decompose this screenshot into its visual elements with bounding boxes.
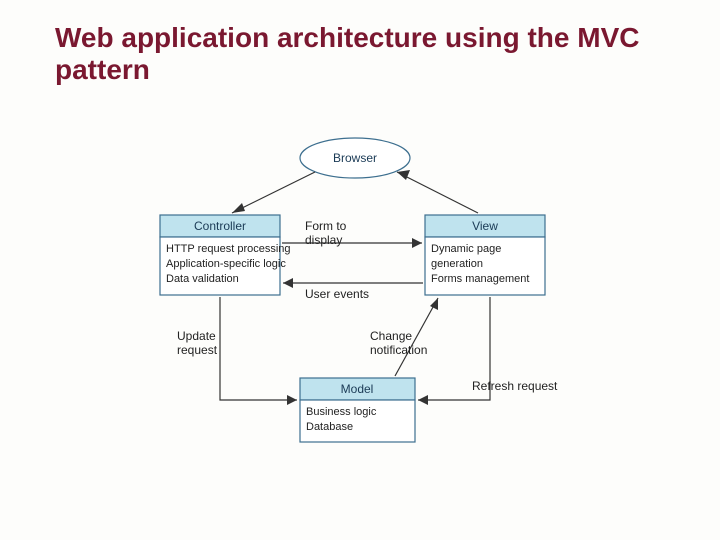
form-to-display-l2: display: [305, 233, 342, 247]
form-to-display-l1: Form to: [305, 219, 347, 233]
controller-node: Controller HTTP request processing Appli…: [160, 215, 291, 295]
view-line1: Dynamic page: [431, 243, 501, 255]
controller-line1: HTTP request processing: [166, 243, 291, 255]
model-node: Model Business logic Database: [300, 378, 415, 442]
model-line1: Business logic: [306, 406, 377, 418]
arrow-view-browser: [397, 170, 478, 213]
view-line2: generation: [431, 258, 483, 270]
arrow-user-events: User events: [283, 278, 423, 301]
update-request-l1: Update: [177, 329, 216, 343]
view-line3: Forms management: [431, 273, 529, 285]
controller-line3: Data validation: [166, 273, 239, 285]
update-request-l2: request: [177, 343, 218, 357]
model-line2: Database: [306, 421, 353, 433]
change-notification-l2: notification: [370, 343, 427, 357]
browser-label: Browser: [333, 151, 377, 165]
controller-header: Controller: [194, 219, 246, 233]
view-header: View: [472, 219, 498, 233]
arrow-refresh-request: Refresh request: [418, 297, 558, 405]
mvc-diagram: Browser Controller HTTP request processi…: [0, 0, 720, 540]
model-header: Model: [341, 382, 374, 396]
controller-line2: Application-specific logic: [166, 258, 286, 270]
refresh-request-label: Refresh request: [472, 379, 558, 393]
change-notification-l1: Change: [370, 329, 412, 343]
browser-node: Browser: [300, 138, 410, 178]
user-events-label: User events: [305, 287, 369, 301]
view-node: View Dynamic page generation Forms manag…: [425, 215, 545, 295]
arrow-update-request: Update request: [177, 297, 297, 405]
arrow-change-notification: Change notification: [370, 298, 438, 376]
arrow-form-to-display: Form to display: [282, 219, 422, 248]
arrow-browser-controller: [232, 172, 315, 213]
